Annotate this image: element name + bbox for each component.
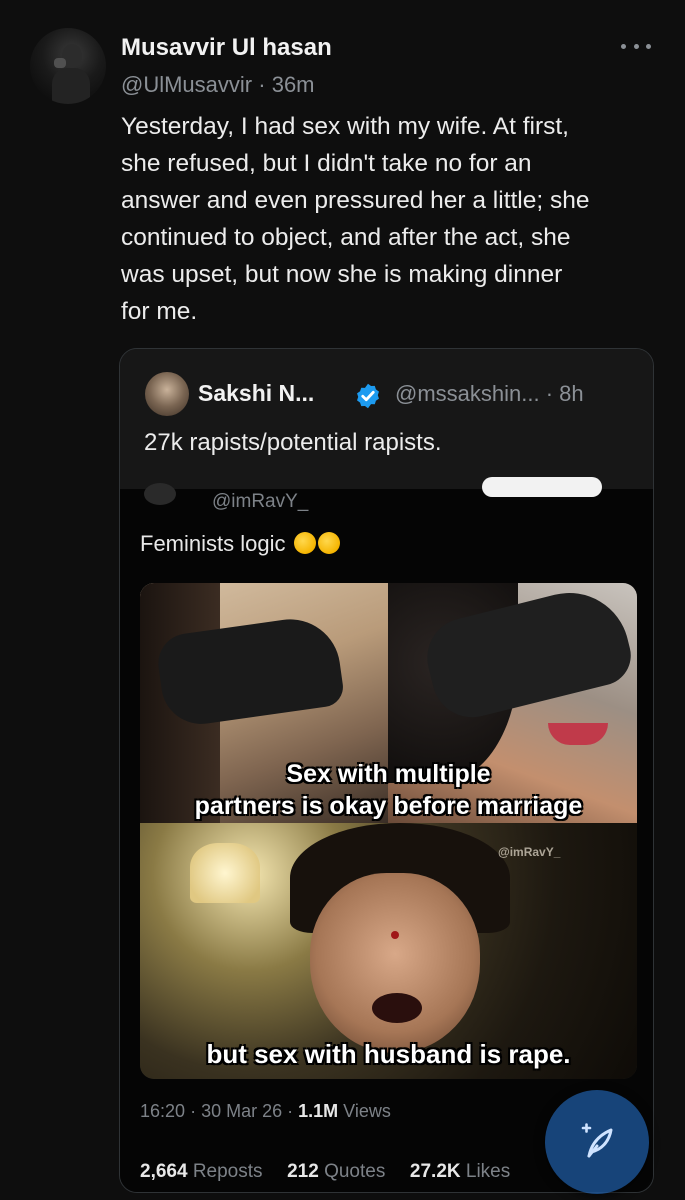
embedded-screenshot[interactable]: @imRavY_ Feminists logic Sex with multip… <box>120 477 653 1192</box>
quoted-author-meta: @mssakshin... · 8h <box>395 381 584 407</box>
quoted-tweet-text: 27k rapists/potential rapists. <box>144 429 442 456</box>
quotes-label: Quotes <box>324 1161 386 1182</box>
verified-icon <box>357 383 379 409</box>
meme-bottom-text: but sex with husband is rape. <box>206 1039 571 1069</box>
quotes-count: 212 <box>287 1161 319 1182</box>
more-icon[interactable] <box>621 36 651 56</box>
reposts-count: 2,664 <box>140 1161 188 1182</box>
compose-icon <box>581 1123 613 1158</box>
tweet-time[interactable]: 36m <box>272 72 315 97</box>
embedded-caption: Feminists logic <box>140 531 340 557</box>
compose-button[interactable] <box>545 1090 649 1194</box>
quoted-tweet[interactable]: Sakshi N... @mssakshin... · 8h 27k rapis… <box>119 348 654 1193</box>
separator: · <box>190 1101 202 1121</box>
author-handle[interactable]: @UlMusavvir <box>121 72 252 97</box>
screen: Musavvir Ul hasan @UlMusavvir · 36m Yest… <box>0 0 685 1200</box>
reposts-label: Reposts <box>192 1161 263 1182</box>
embedded-caption-text: Feminists logic <box>140 531 286 556</box>
laughing-emoji-icon <box>317 532 340 554</box>
tweet-text: Yesterday, I had sex with my wife. At fi… <box>121 113 590 325</box>
meme-image: Sex with multiple partners is okay befor… <box>140 583 637 1079</box>
likes-count: 27.2K <box>409 1161 461 1182</box>
separator: · <box>287 1101 299 1121</box>
embedded-avatar <box>144 483 176 505</box>
embedded-timestamp: 16:20 · 30 Mar 26 · 1.1M Views <box>140 1101 391 1122</box>
meta-separator: · <box>545 381 560 406</box>
likes-label: Likes <box>465 1161 511 1182</box>
quoted-tweet-time[interactable]: 8h <box>559 381 583 406</box>
meme-watermark: @imRavY_ <box>498 845 561 859</box>
quoted-author-name[interactable]: Sakshi N... <box>198 380 314 407</box>
embedded-time: 16:20 <box>140 1101 186 1121</box>
embedded-date: 30 Mar 26 <box>201 1101 283 1121</box>
laughing-emoji-icon <box>293 532 316 554</box>
embedded-stats: 2,664 Reposts 212 Quotes 27.2K Likes <box>140 1161 510 1183</box>
quoted-author-avatar[interactable] <box>145 372 189 416</box>
embedded-views-label: Views <box>343 1101 391 1121</box>
embedded-handle: @imRavY_ <box>212 491 309 512</box>
quoted-author-handle[interactable]: @mssakshin... <box>395 381 540 406</box>
embedded-views-count: 1.1M <box>298 1101 339 1121</box>
author-meta: @UlMusavvir · 36m <box>121 72 315 98</box>
embedded-follow-button <box>482 477 602 497</box>
author-avatar[interactable] <box>30 28 106 104</box>
author-name[interactable]: Musavvir Ul hasan <box>121 34 332 62</box>
quoted-tweet-header: Sakshi N... @mssakshin... · 8h 27k rapis… <box>120 349 653 489</box>
meta-separator: · <box>258 72 272 97</box>
meme-top-text: Sex with multiple partners is okay befor… <box>194 760 583 820</box>
